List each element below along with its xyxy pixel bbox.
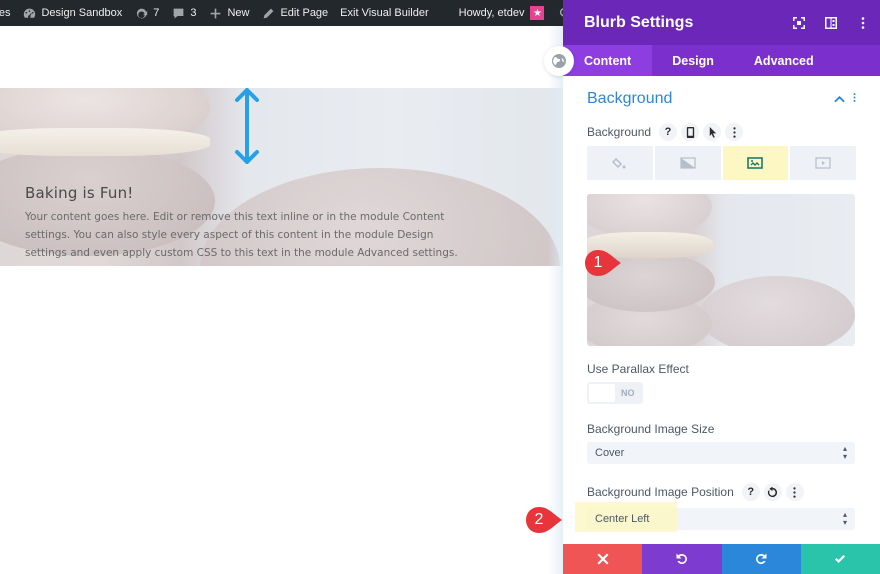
save-button[interactable]	[800, 544, 880, 574]
blurb-title[interactable]: Baking is Fun!	[25, 184, 465, 202]
updates-count: 7	[153, 7, 160, 19]
parallax-field: Use Parallax Effect NO	[587, 362, 856, 404]
panel-header[interactable]: Blurb Settings	[563, 0, 880, 45]
background-image-preview[interactable]	[587, 194, 855, 346]
more-vert-icon[interactable]	[856, 16, 870, 30]
background-label-row: Background ?	[587, 122, 856, 142]
exit-visual-builder-label: Exit Visual Builder	[340, 7, 429, 19]
updates-icon	[134, 6, 148, 20]
mobile-icon[interactable]	[681, 123, 700, 141]
callout-marker-1: 1	[583, 248, 623, 278]
plus-icon	[208, 6, 222, 20]
color-fill-icon	[611, 157, 626, 169]
toggle-value: NO	[621, 388, 635, 398]
select-caret-icon: ▴ ▾	[842, 510, 847, 527]
select-caret-icon: ▴ ▾	[842, 444, 847, 461]
panel-footer	[563, 544, 880, 574]
adminbar-new[interactable]: New	[202, 0, 255, 26]
adminbar-exit-visual-builder[interactable]: Exit Visual Builder	[334, 0, 434, 26]
globe-icon	[552, 54, 566, 68]
preview-image-part	[699, 276, 855, 346]
undo-button[interactable]	[642, 544, 722, 574]
bg-type-image[interactable]	[722, 146, 789, 180]
help-icon[interactable]: ?	[741, 483, 760, 501]
settings-tabs: Content Design Advanced	[563, 45, 880, 76]
field-more-icon[interactable]	[725, 123, 744, 141]
tab-advanced[interactable]: Advanced	[734, 45, 842, 76]
adminbar-edit-page[interactable]: Edit Page	[255, 0, 334, 26]
pencil-icon	[261, 6, 275, 20]
checkmark-icon	[835, 555, 846, 563]
help-icon[interactable]: ?	[659, 123, 678, 141]
callout-number: 1	[593, 254, 603, 271]
background-type-tabs	[587, 146, 856, 180]
split-view-icon[interactable]	[824, 16, 838, 30]
dashboard-icon	[22, 6, 36, 20]
panel-shadow	[548, 26, 563, 574]
builder-canvas: Baking is Fun! Your content goes here. E…	[0, 26, 574, 574]
redo-button[interactable]	[721, 544, 801, 574]
section-title: Background	[587, 90, 673, 107]
gradient-icon	[680, 157, 696, 169]
expand-icon[interactable]	[792, 16, 806, 30]
comments-icon	[171, 6, 185, 20]
bg-type-gradient[interactable]	[654, 146, 721, 180]
sites-label: Sites	[0, 7, 11, 19]
callout-marker-2: 2	[524, 505, 564, 535]
parallax-toggle[interactable]: NO	[587, 382, 643, 404]
adminbar-comments[interactable]: 3	[165, 0, 202, 26]
image-position-label-row: Background Image Position ?	[587, 482, 856, 502]
image-size-field: Background Image Size Cover ▴ ▾	[587, 422, 856, 464]
adminbar-site-name[interactable]: Design Sandbox	[16, 0, 128, 26]
bg-type-color[interactable]	[587, 146, 653, 180]
parallax-label: Use Parallax Effect	[587, 362, 689, 376]
hover-cursor-icon[interactable]	[703, 123, 722, 141]
new-label: New	[227, 7, 250, 19]
undo-icon	[676, 553, 687, 564]
field-more-icon[interactable]	[785, 483, 804, 501]
edit-page-label: Edit Page	[280, 7, 329, 19]
background-label: Background	[587, 125, 652, 139]
image-size-select[interactable]: Cover ▴ ▾	[587, 442, 855, 464]
image-position-value: Center Left	[595, 513, 650, 525]
double-arrow-icon	[235, 88, 259, 164]
discard-button[interactable]	[563, 544, 643, 574]
image-icon	[747, 157, 764, 169]
background-section-header[interactable]: Background	[587, 76, 856, 122]
page-settings-button[interactable]	[544, 46, 574, 76]
redo-icon	[756, 553, 767, 564]
panel-body: Background Background ? Use Parallax Eff…	[563, 76, 880, 544]
image-size-label: Background Image Size	[587, 422, 715, 436]
tab-design[interactable]: Design	[652, 45, 734, 76]
image-position-select[interactable]: Center Left ▴ ▾	[575, 502, 855, 532]
blurb-module[interactable]: Baking is Fun! Your content goes here. E…	[0, 88, 563, 266]
site-name-label: Design Sandbox	[41, 7, 123, 19]
chevron-up-icon[interactable]	[834, 92, 845, 106]
toggle-knob	[589, 384, 615, 402]
avatar: ★	[530, 6, 545, 20]
adminbar-sites[interactable]: Sites	[0, 0, 16, 26]
image-size-value: Cover	[595, 447, 625, 459]
image-position-label: Background Image Position	[587, 485, 734, 499]
blurb-body[interactable]: Your content goes here. Edit or remove t…	[25, 208, 465, 262]
reset-icon[interactable]	[763, 483, 782, 501]
close-icon	[597, 553, 609, 565]
section-more-icon[interactable]	[853, 92, 856, 106]
image-position-field: Background Image Position ? Center Left …	[575, 482, 856, 532]
video-icon	[815, 157, 831, 169]
adminbar-updates[interactable]: 7	[128, 0, 165, 26]
panel-title: Blurb Settings	[584, 13, 694, 31]
adminbar-account[interactable]: Howdy, etdev ★	[453, 0, 551, 26]
callout-number: 2	[534, 511, 544, 528]
comments-count: 3	[190, 7, 197, 19]
bg-type-video[interactable]	[790, 146, 856, 180]
blurb-settings-panel: Blurb Settings Content Design Advanced B…	[563, 0, 880, 574]
greeting-label: Howdy, etdev	[458, 7, 525, 19]
blurb-content: Baking is Fun! Your content goes here. E…	[25, 184, 465, 262]
tab-content[interactable]: Content	[563, 45, 653, 76]
